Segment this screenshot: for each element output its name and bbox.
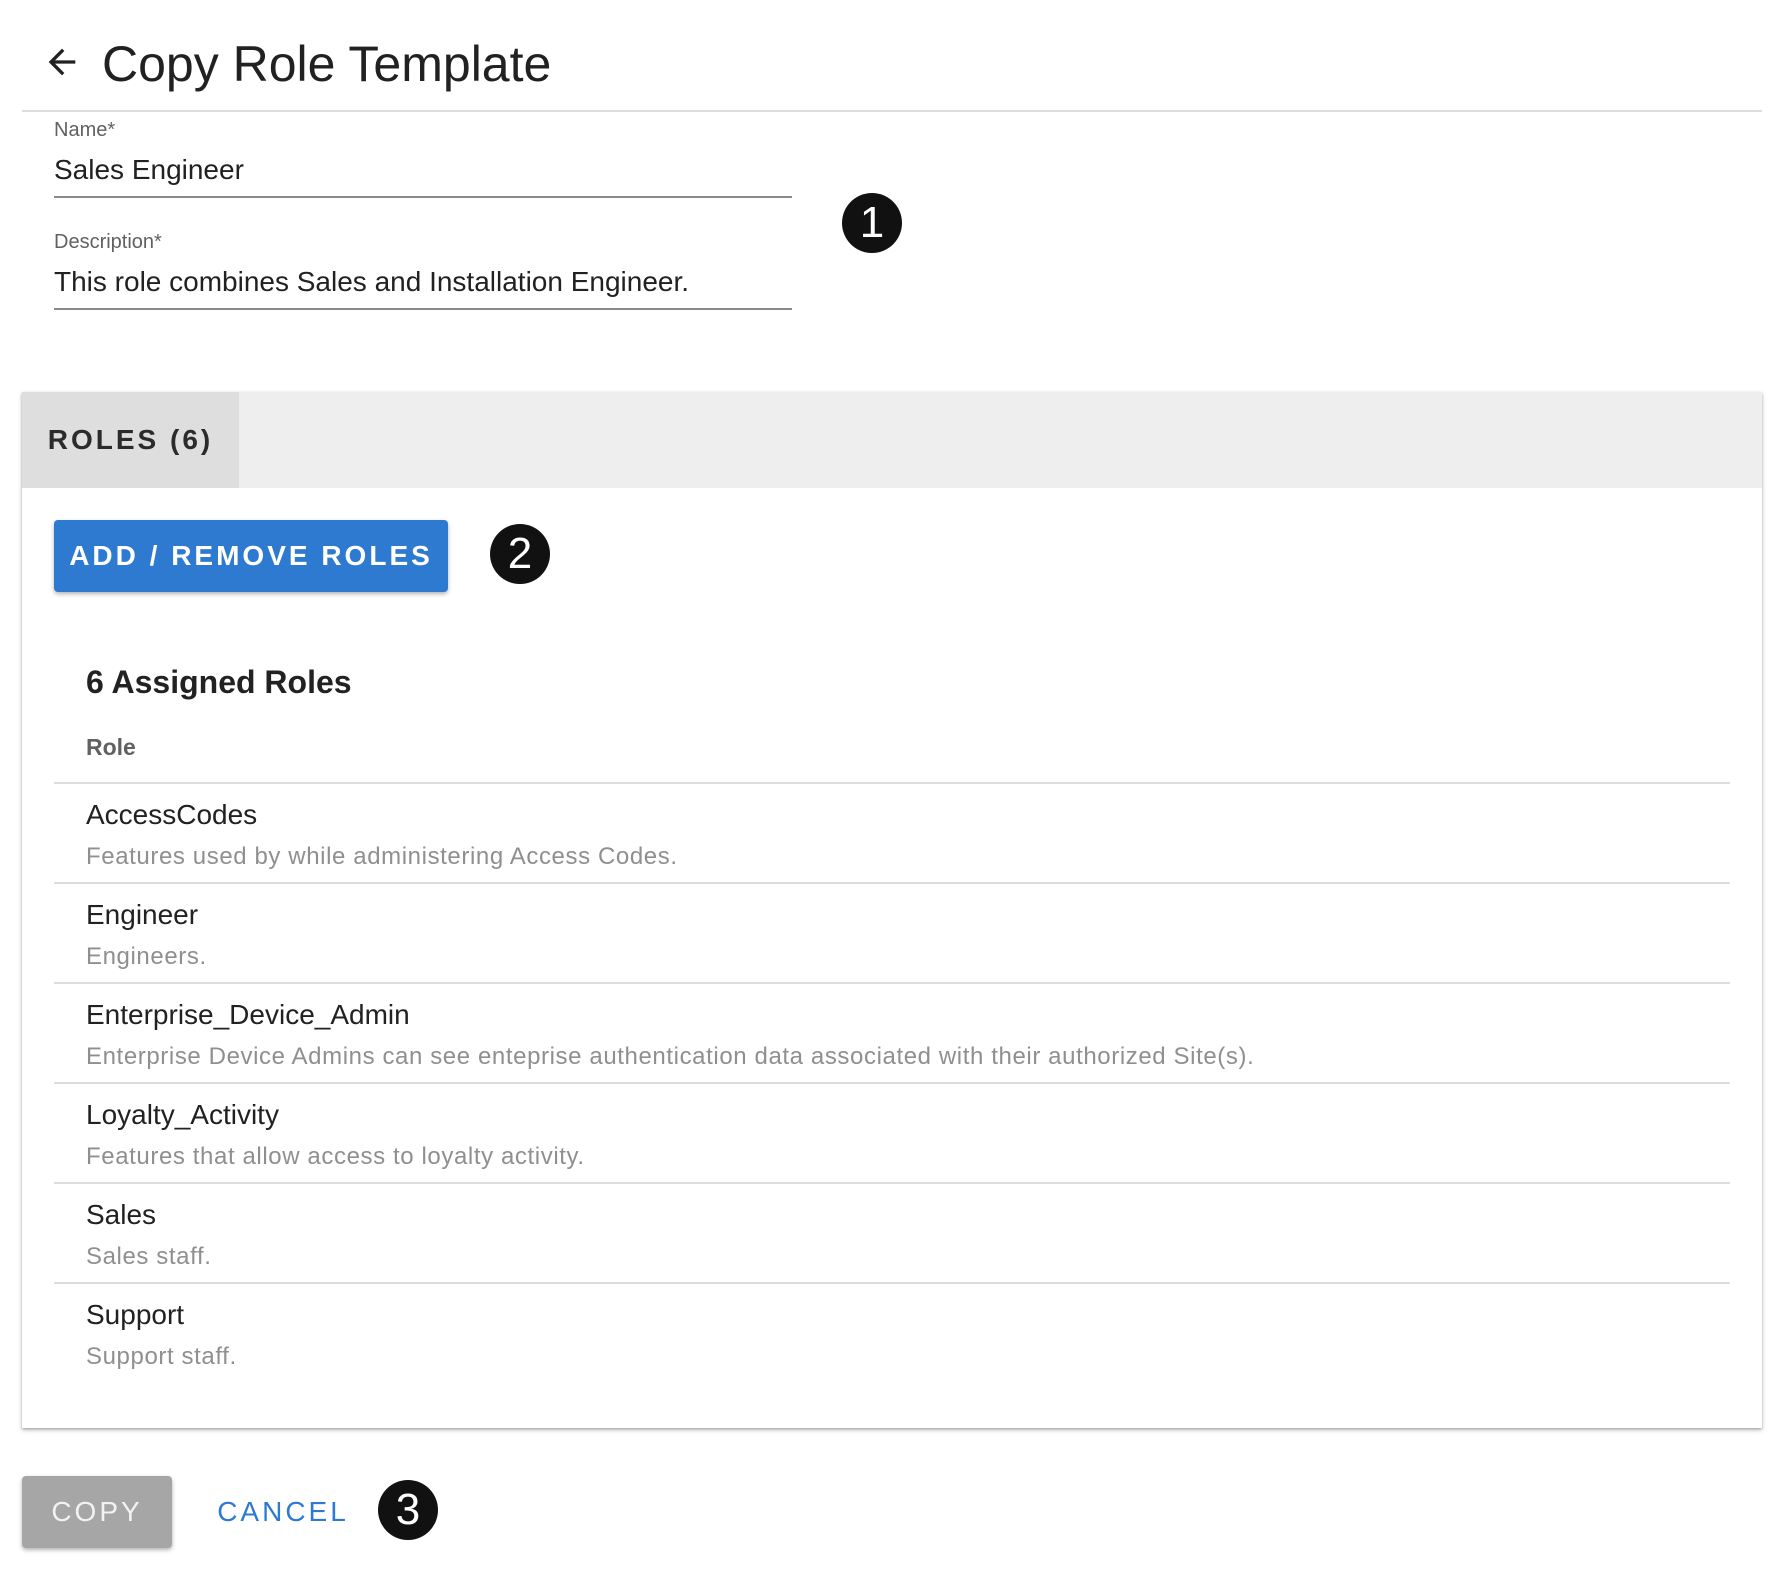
tab-bar: ROLES (6): [22, 392, 1762, 488]
role-description: Features used by while administering Acc…: [86, 843, 678, 870]
role-description: Sales staff.: [86, 1243, 212, 1270]
table-row: AccessCodes Features used by while admin…: [54, 784, 1730, 884]
table-row: Enterprise_Device_Admin Enterprise Devic…: [54, 984, 1730, 1084]
role-name: Support: [86, 1299, 185, 1330]
page-header: Copy Role Template: [22, 0, 1762, 112]
role-list: AccessCodes Features used by while admin…: [54, 782, 1730, 1384]
step-marker-1: 1: [842, 193, 902, 253]
table-row: Support Support staff.: [54, 1284, 1730, 1384]
description-input[interactable]: [54, 254, 792, 310]
description-field: Description*: [54, 230, 792, 310]
role-name: Sales: [86, 1199, 157, 1230]
tab-roles[interactable]: ROLES (6): [22, 392, 239, 488]
role-name: AccessCodes: [86, 799, 258, 830]
cancel-button[interactable]: CANCEL: [208, 1476, 358, 1548]
role-description: Features that allow access to loyalty ac…: [86, 1143, 585, 1170]
table-row: Engineer Engineers.: [54, 884, 1730, 984]
page-title: Copy Role Template: [102, 36, 552, 92]
name-input[interactable]: [54, 142, 792, 198]
table-row: Sales Sales staff.: [54, 1184, 1730, 1284]
name-field: Name*: [54, 118, 792, 198]
role-name: Enterprise_Device_Admin: [86, 999, 410, 1030]
step-marker-2: 2: [490, 524, 550, 584]
assigned-roles-heading: 6 Assigned Roles: [86, 664, 352, 700]
roles-card: ROLES (6) ADD / REMOVE ROLES 6 Assigned …: [22, 392, 1762, 1428]
step-marker-3: 3: [378, 1480, 438, 1540]
copy-button[interactable]: COPY: [22, 1476, 172, 1548]
role-description: Enterprise Device Admins can see entepri…: [86, 1043, 1255, 1070]
add-remove-roles-button[interactable]: ADD / REMOVE ROLES: [54, 520, 448, 592]
description-label: Description*: [54, 231, 162, 253]
role-description: Support staff.: [86, 1343, 237, 1370]
table-row: Loyalty_Activity Features that allow acc…: [54, 1084, 1730, 1184]
role-name: Loyalty_Activity: [86, 1099, 279, 1130]
name-label: Name*: [54, 119, 116, 141]
arrow-left-icon[interactable]: [42, 42, 82, 82]
role-column-header: Role: [86, 734, 136, 760]
role-description: Engineers.: [86, 943, 207, 970]
role-name: Engineer: [86, 899, 199, 930]
